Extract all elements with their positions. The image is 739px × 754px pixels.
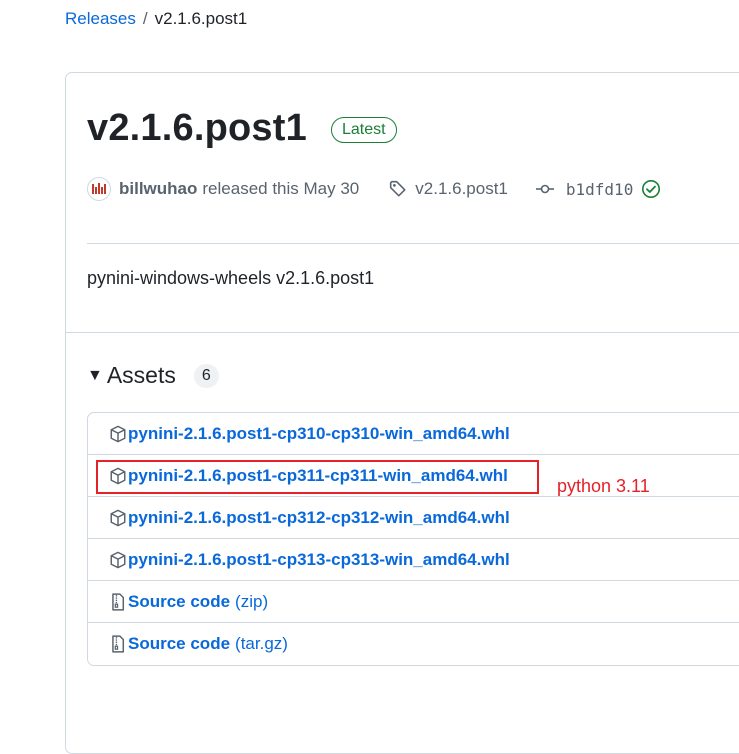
package-icon — [108, 508, 128, 528]
release-meta: billwuhao released this May 30 v2.1.6.po… — [87, 177, 661, 201]
release-header: v2.1.6.post1 Latest — [87, 105, 397, 151]
release-title[interactable]: v2.1.6.post1 — [87, 105, 307, 151]
verified-check-icon[interactable] — [641, 179, 661, 199]
breadcrumb-releases-link[interactable]: Releases — [65, 9, 136, 28]
file-zip-icon — [108, 592, 128, 612]
breadcrumb-separator: / — [142, 9, 148, 28]
latest-badge: Latest — [330, 117, 397, 143]
tag-icon — [389, 180, 407, 198]
asset-list: pynini-2.1.6.post1-cp310-cp310-win_amd64… — [87, 412, 739, 666]
assets-divider — [66, 332, 739, 333]
asset-link[interactable]: Source code — [128, 634, 230, 654]
asset-link[interactable]: pynini-2.1.6.post1-cp310-cp310-win_amd64… — [128, 424, 510, 444]
tag-link[interactable]: v2.1.6.post1 — [389, 179, 508, 199]
asset-row: Source code (tar.gz) — [88, 623, 739, 665]
breadcrumb-current: v2.1.6.post1 — [154, 9, 248, 28]
avatar[interactable] — [87, 177, 111, 201]
commit-link[interactable]: b1dfd10 — [535, 179, 661, 199]
asset-link[interactable]: pynini-2.1.6.post1-cp311-cp311-win_amd64… — [128, 466, 508, 486]
package-icon — [108, 466, 128, 486]
asset-format: (tar.gz) — [235, 634, 288, 653]
breadcrumb: Releases / v2.1.6.post1 — [65, 8, 247, 30]
git-commit-icon — [535, 180, 554, 198]
asset-link[interactable]: pynini-2.1.6.post1-cp313-cp313-win_amd64… — [128, 550, 510, 570]
release-description: pynini-windows-wheels v2.1.6.post1 — [87, 268, 375, 288]
released-date-text: released this May 30 — [202, 179, 360, 198]
asset-row: pynini-2.1.6.post1-cp312-cp312-win_amd64… — [88, 497, 739, 539]
asset-row: pynini-2.1.6.post1-cp313-cp313-win_amd64… — [88, 539, 739, 581]
asset-row: Source code (zip) — [88, 581, 739, 623]
assets-count-badge: 6 — [193, 363, 219, 388]
asset-link[interactable]: pynini-2.1.6.post1-cp312-cp312-win_amd64… — [128, 508, 510, 528]
tag-label: v2.1.6.post1 — [415, 179, 508, 198]
author-link[interactable]: billwuhao — [119, 179, 197, 199]
commit-sha: b1dfd10 — [565, 179, 634, 199]
assets-toggle[interactable]: ▼ Assets 6 — [87, 362, 219, 389]
asset-link[interactable]: Source code — [128, 592, 230, 612]
asset-format: (zip) — [235, 591, 269, 611]
release-card: v2.1.6.post1 Latest billwuhao released t… — [65, 72, 739, 754]
file-zip-icon — [108, 634, 128, 654]
annotation-label: python 3.11 — [557, 476, 650, 496]
package-icon — [108, 424, 128, 444]
caret-down-icon: ▼ — [87, 366, 103, 384]
package-icon — [108, 550, 128, 570]
asset-row: pynini-2.1.6.post1-cp310-cp310-win_amd64… — [88, 413, 739, 455]
assets-title: Assets — [106, 362, 176, 388]
header-divider — [87, 243, 739, 244]
